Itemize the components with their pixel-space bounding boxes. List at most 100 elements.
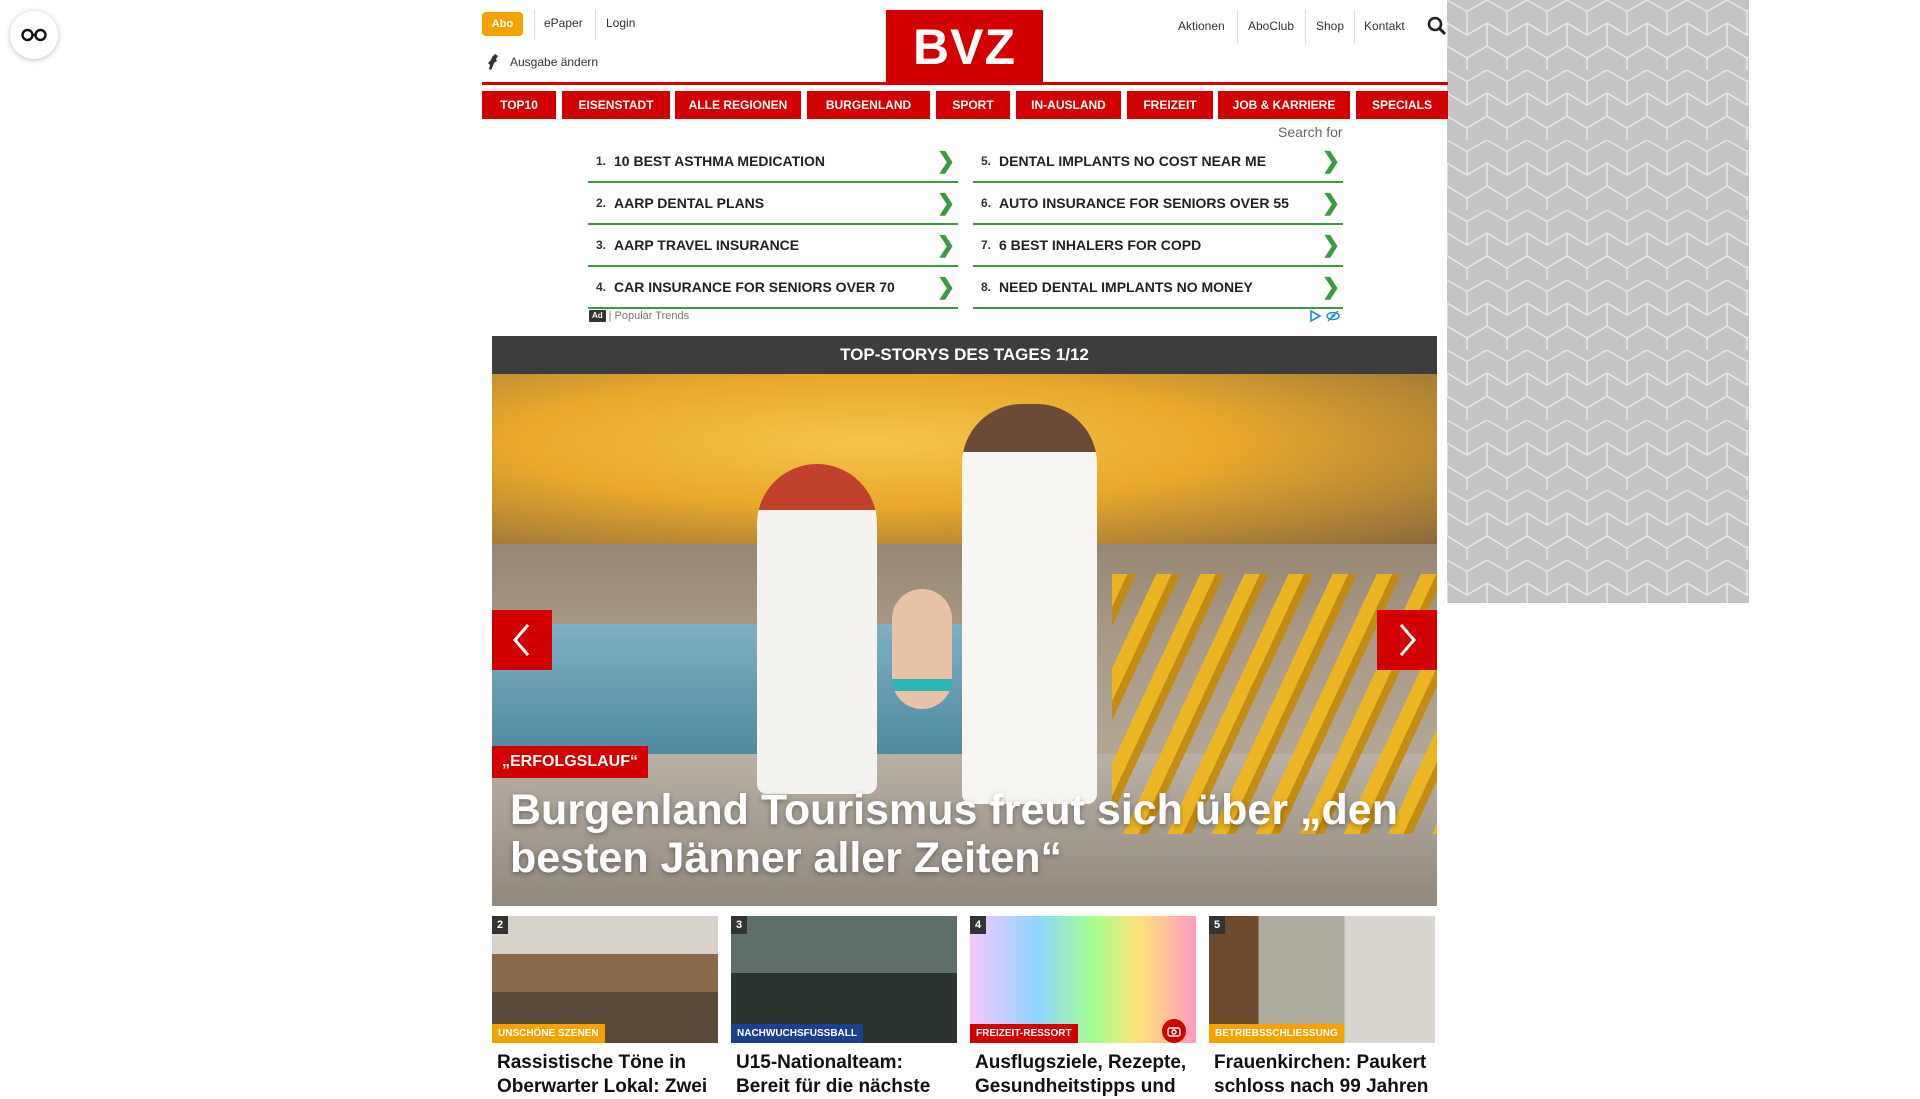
ad-number: 2. xyxy=(595,196,606,210)
ad-text: DENTAL IMPLANTS NO COST NEAR ME xyxy=(999,153,1267,169)
side-pattern-ad xyxy=(1447,0,1749,603)
slider-next-button[interactable] xyxy=(1377,610,1437,670)
ad-text: AARP TRAVEL INSURANCE xyxy=(614,237,800,253)
story-number: 5 xyxy=(1209,916,1225,934)
ad-number: 4. xyxy=(595,280,606,294)
ad-text: NEED DENTAL IMPLANTS NO MONEY xyxy=(999,279,1253,295)
ad-link-item[interactable]: 6. AUTO INSURANCE FOR SENIORS OVER 55 ❯ xyxy=(973,183,1343,225)
story-category: NACHWUCHSFUSSBALL xyxy=(731,1024,863,1043)
aktionen-link[interactable]: Aktionen xyxy=(1178,19,1225,33)
story-category: BETRIEBSSCHLIESSUNG xyxy=(1209,1024,1344,1043)
divider xyxy=(534,10,535,40)
ad-link-item[interactable]: 4. CAR INSURANCE FOR SENIORS OVER 70 ❯ xyxy=(588,267,958,309)
story-number: 3 xyxy=(731,916,747,934)
top-stories-header: TOP-STORYS DES TAGES 1/12 xyxy=(492,336,1437,374)
ad-text: CAR INSURANCE FOR SENIORS OVER 70 xyxy=(614,279,895,295)
ad-footer-divider: | xyxy=(608,310,612,322)
aboclub-link[interactable]: AboClub xyxy=(1248,19,1294,33)
adchoices-icon xyxy=(1310,310,1322,322)
burgenland-map-icon xyxy=(488,54,498,70)
nav-alle-regionen[interactable]: ALLE REGIONEN xyxy=(675,91,801,119)
story-card[interactable]: 2 UNSCHÖNE SZENEN Rassistische Töne in O… xyxy=(492,916,718,1099)
main-nav: TOP10 EISENSTADT ALLE REGIONEN BURGENLAN… xyxy=(482,91,1448,119)
story-card-image: 4 FREIZEIT-RESSORT xyxy=(970,916,1196,1043)
divider xyxy=(1305,10,1306,44)
divider xyxy=(1237,10,1238,44)
login-link[interactable]: Login xyxy=(606,16,635,30)
ausgabe-aendern-link[interactable]: Ausgabe ändern xyxy=(486,53,598,71)
nav-top10[interactable]: TOP10 xyxy=(482,91,556,119)
nav-burgenland[interactable]: BURGENLAND xyxy=(807,91,930,119)
hero-image-part xyxy=(962,404,1097,804)
story-number: 2 xyxy=(492,916,508,934)
divider xyxy=(595,10,596,40)
story-card-image: 2 UNSCHÖNE SZENEN xyxy=(492,916,718,1043)
header-red-line xyxy=(482,82,1448,85)
bvz-logo[interactable]: BVZ xyxy=(886,10,1043,83)
divider xyxy=(1354,10,1355,44)
ad-link-item[interactable]: 7. 6 BEST INHALERS FOR COPD ❯ xyxy=(973,225,1343,267)
story-card-image: 5 BETRIEBSSCHLIESSUNG xyxy=(1209,916,1435,1043)
story-title: Ausflugsziele, Rezepte, Gesundheitstipps… xyxy=(975,1052,1187,1097)
story-number: 4 xyxy=(970,916,986,934)
nav-freizeit[interactable]: FREIZEIT xyxy=(1127,91,1213,119)
chevron-right-icon: ❯ xyxy=(936,232,956,257)
hide-ad-eye-icon xyxy=(1326,310,1340,322)
ad-number: 8. xyxy=(980,280,991,294)
nav-sport[interactable]: SPORT xyxy=(936,91,1010,119)
chevron-right-icon xyxy=(1399,624,1416,656)
ad-link-item[interactable]: 5. DENTAL IMPLANTS NO COST NEAR ME ❯ xyxy=(973,141,1343,183)
ad-link-item[interactable]: 8. NEED DENTAL IMPLANTS NO MONEY ❯ xyxy=(973,267,1343,309)
story-category: UNSCHÖNE SZENEN xyxy=(492,1024,605,1043)
nav-job-karriere[interactable]: JOB & KARRIERE xyxy=(1218,91,1350,119)
abo-button[interactable]: Abo xyxy=(482,12,523,36)
camera-icon xyxy=(1162,1019,1186,1043)
nav-eisenstadt[interactable]: EISENSTADT xyxy=(562,91,670,119)
ad-number: 6. xyxy=(980,196,991,210)
ad-badge: Ad xyxy=(589,310,606,322)
ad-info-icons[interactable] xyxy=(1309,310,1340,322)
hero-kicker: „ERFOLGSLAUF“ xyxy=(492,746,648,778)
reader-mode-button[interactable] xyxy=(10,11,58,59)
chevron-left-icon xyxy=(513,624,530,656)
hero-headline[interactable]: Burgenland Tourismus freut sich über „de… xyxy=(510,786,1430,882)
story-title: Frauenkirchen: Paukert schloss nach 99 J… xyxy=(1214,1052,1429,1097)
ad-link-item[interactable]: 2. AARP DENTAL PLANS ❯ xyxy=(588,183,958,225)
ad-text: 10 BEST ASTHMA MEDICATION xyxy=(614,153,826,169)
ad-text: 6 BEST INHALERS FOR COPD xyxy=(999,237,1202,253)
ad-footer: Ad | Popular Trends xyxy=(589,310,689,322)
story-title: U15-Nationalteam: Bereit für die nächste xyxy=(736,1052,931,1097)
hero-image-part xyxy=(892,589,952,709)
nav-in-ausland[interactable]: IN-AUSLAND xyxy=(1016,91,1121,119)
chevron-right-icon: ❯ xyxy=(1321,232,1341,257)
story-card[interactable]: 3 NACHWUCHSFUSSBALL U15-Nationalteam: Be… xyxy=(731,916,957,1099)
ad-text: AUTO INSURANCE FOR SENIORS OVER 55 xyxy=(999,195,1289,211)
chevron-right-icon: ❯ xyxy=(936,274,956,299)
ad-text: AARP DENTAL PLANS xyxy=(614,195,765,211)
kontakt-link[interactable]: Kontakt xyxy=(1364,19,1405,33)
ad-number: 1. xyxy=(595,154,606,168)
glasses-icon xyxy=(21,28,47,42)
search-button[interactable] xyxy=(1427,16,1447,41)
story-category: FREIZEIT-RESSORT xyxy=(970,1024,1078,1043)
top-stories-title: TOP-STORYS DES TAGES 1/12 xyxy=(840,345,1089,364)
hero-image-part xyxy=(757,464,877,794)
ad-number: 7. xyxy=(980,238,991,252)
ausgabe-label: Ausgabe ändern xyxy=(510,55,599,69)
nav-specials[interactable]: SPECIALS xyxy=(1356,91,1448,119)
chevron-right-icon: ❯ xyxy=(1321,274,1341,299)
chevron-right-icon: ❯ xyxy=(936,190,956,215)
ad-number: 5. xyxy=(980,154,991,168)
chevron-right-icon: ❯ xyxy=(936,148,956,173)
ad-footer-label: Popular Trends xyxy=(614,310,690,322)
ad-link-item[interactable]: 1. 10 BEST ASTHMA MEDICATION ❯ xyxy=(588,141,958,183)
epaper-link[interactable]: ePaper xyxy=(544,16,583,30)
ad-number: 3. xyxy=(595,238,606,252)
chevron-right-icon: ❯ xyxy=(1321,190,1341,215)
slider-prev-button[interactable] xyxy=(492,610,552,670)
story-card[interactable]: 4 FREIZEIT-RESSORT Ausflugsziele, Rezept… xyxy=(970,916,1196,1099)
story-card[interactable]: 5 BETRIEBSSCHLIESSUNG Frauenkirchen: Pau… xyxy=(1209,916,1435,1099)
ad-link-item[interactable]: 3. AARP TRAVEL INSURANCE ❯ xyxy=(588,225,958,267)
shop-link[interactable]: Shop xyxy=(1316,19,1344,33)
chevron-right-icon: ❯ xyxy=(1321,148,1341,173)
